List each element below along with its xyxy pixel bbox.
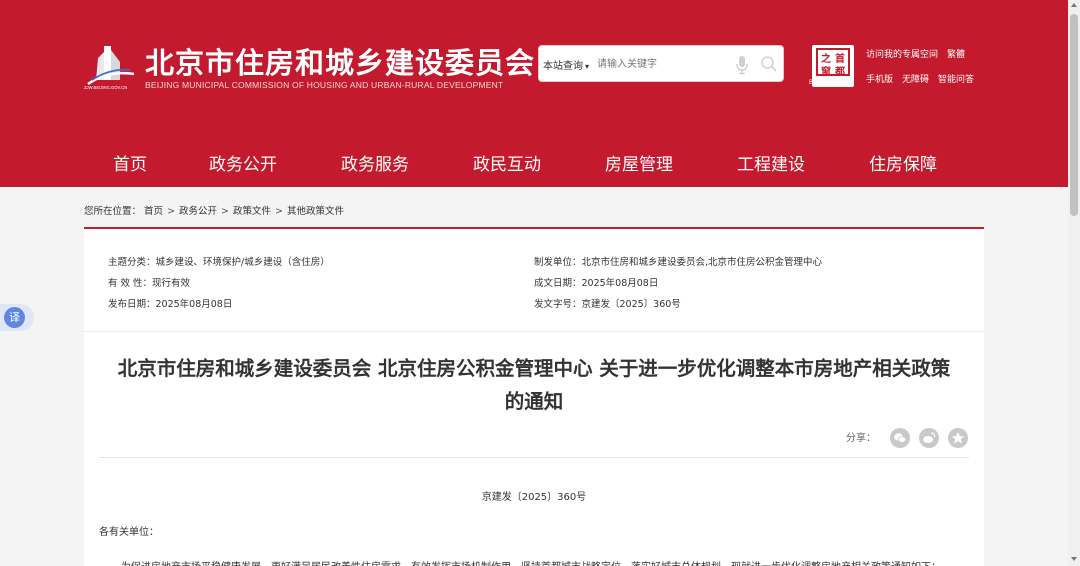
special-space-link[interactable]: 访问我的专属空间 (866, 47, 938, 60)
scrollbar-thumb[interactable] (1070, 14, 1078, 216)
share-weibo-button[interactable] (919, 428, 939, 448)
nav-item-home[interactable]: 首页 (113, 150, 147, 175)
breadcrumb: 您所在位置： 首页 > 政务公开 > 政策文件 > 其他政策文件 (84, 203, 344, 217)
nav-item-housing-management[interactable]: 房屋管理 (605, 150, 673, 175)
document-number: 京建发〔2025〕360号 (481, 492, 587, 503)
mobile-version-link[interactable]: 手机版 (866, 72, 893, 85)
accessibility-link[interactable]: 无障碍 (902, 72, 929, 85)
document-salutation: 各有关单位： (99, 527, 159, 538)
document-title: 北京市住房和城乡建设委员会 北京住房公积金管理中心 关于进一步优化调整本市房地产… (84, 352, 984, 418)
share-label: 分享： (846, 433, 876, 444)
document-paragraph: 为促进房地产市场平稳健康发展，更好满足居民改善性住房需求，有效发挥市场机制作用，… (121, 558, 971, 566)
breadcrumb-separator: > (275, 206, 283, 217)
document-card: 主题分类：城乡建设、环境保护/城乡建设（含住房） 有 效 性：现行有效 发布日期… (84, 227, 984, 566)
meta-publish-date: 发布日期：2025年08月08日 (108, 299, 233, 310)
breadcrumb-item-home[interactable]: 首页 (144, 206, 163, 217)
site-subtitle: BEIJING MUNICIPAL COMMISSION OF HOUSING … (145, 80, 504, 90)
document-meta: 主题分类：城乡建设、环境保护/城乡建设（含住房） 有 效 性：现行有效 发布日期… (84, 229, 984, 332)
document-title-line: 北京市住房和城乡建设委员会 北京住房公积金管理中心 关于进一步优化调整本市房地产… (117, 357, 951, 380)
commission-logo-icon[interactable]: ZJW.BEIJING.GOV.CN (84, 44, 138, 90)
site-title[interactable]: 北京市住房和城乡建设委员会 (145, 40, 535, 82)
breadcrumb-separator: > (221, 206, 230, 217)
search-input[interactable] (597, 54, 723, 74)
meta-topic: 主题分类：城乡建设、环境保护/城乡建设（含住房） (108, 257, 330, 268)
capital-seal: 之 首 窗 都 (816, 48, 850, 78)
chevron-down-icon: ▾ (585, 62, 590, 71)
translate-icon: 译 (4, 307, 25, 328)
capital-logo-caption: Beijing·China (809, 80, 845, 86)
main-nav: 首页 政务公开 政务服务 政民互动 房屋管理 工程建设 住房保障 (0, 133, 1068, 187)
breadcrumb-item-government-affairs[interactable]: 政务公开 (179, 206, 217, 217)
smart-qa-link[interactable]: 智能问答 (938, 72, 974, 85)
nav-item-engineering[interactable]: 工程建设 (737, 150, 805, 175)
breadcrumb-item-other-policy-documents[interactable]: 其他政策文件 (287, 206, 344, 217)
scroll-down-arrow-icon[interactable] (1071, 557, 1077, 561)
share-wechat-button[interactable] (890, 428, 910, 448)
star-icon (951, 432, 965, 444)
meta-issuer: 制发单位：北京市住房和城乡建设委员会,北京市住房公积金管理中心 (534, 257, 823, 268)
breadcrumb-item-policy-documents[interactable]: 政策文件 (233, 206, 271, 217)
meta-created-date: 成文日期：2025年08月08日 (534, 278, 659, 289)
nav-item-government-services[interactable]: 政务服务 (341, 150, 409, 175)
scroll-up-arrow-icon[interactable] (1071, 3, 1077, 7)
search-scope-label: 本站查询 (543, 61, 583, 72)
breadcrumb-separator: > (167, 206, 176, 217)
seal-char: 窗 (821, 67, 831, 78)
site-header: ZJW.BEIJING.GOV.CN 北京市住房和城乡建设委员会 BEIJING… (0, 0, 1068, 187)
document-title-line: 的通知 (504, 390, 564, 413)
nav-item-interaction[interactable]: 政民互动 (473, 150, 541, 175)
meta-validity: 有 效 性：现行有效 (108, 278, 191, 289)
title-divider (99, 457, 969, 458)
meta-doc-number: 发文字号：京建发〔2025〕360号 (534, 299, 681, 310)
page-scrollbar[interactable] (1068, 0, 1080, 566)
search-icon[interactable] (760, 55, 778, 73)
search-scope-select[interactable]: 本站查询 ▾ (543, 57, 589, 72)
traditional-chinese-link[interactable]: 繁體 (947, 47, 965, 60)
search-box: 本站查询 ▾ (538, 45, 784, 82)
nav-item-housing-security[interactable]: 住房保障 (869, 150, 937, 175)
wechat-icon (894, 433, 907, 443)
nav-item-government-affairs[interactable]: 政务公开 (209, 150, 277, 175)
seal-char: 都 (835, 67, 845, 78)
breadcrumb-prefix: 您所在位置： (84, 206, 142, 217)
microphone-icon[interactable] (735, 55, 749, 75)
translate-button[interactable]: 译 (0, 304, 34, 331)
logo-url-text: ZJW.BEIJING.GOV.CN (84, 85, 127, 90)
share-favorite-button[interactable] (948, 428, 968, 448)
weibo-icon (923, 432, 936, 443)
